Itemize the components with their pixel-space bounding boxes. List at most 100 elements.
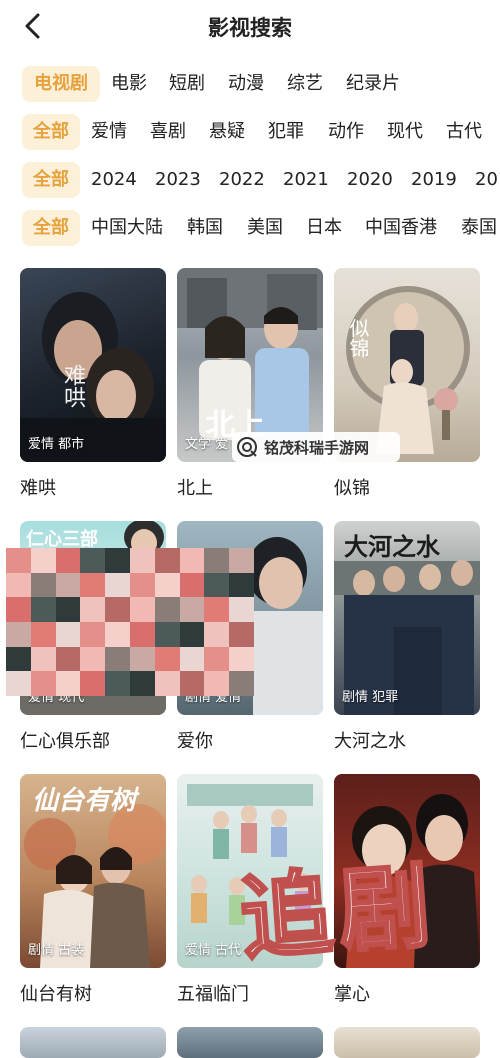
filter-row-region: 全部 中国大陆 韩国 美国 日本 中国香港 泰国	[0, 210, 500, 250]
poster-tags: 文学 爱	[185, 437, 229, 452]
mosaic-block	[204, 621, 230, 647]
mosaic-block	[6, 548, 31, 573]
filter-region-korea[interactable]: 韩国	[187, 210, 223, 246]
drama-title: 难哄	[20, 478, 56, 499]
poster-image	[334, 1027, 480, 1058]
filter-year-2021[interactable]: 2021	[283, 162, 329, 198]
mosaic-block	[129, 671, 155, 696]
mosaic-block	[30, 621, 56, 647]
drama-title: 五福临门	[177, 984, 249, 1005]
drama-card-partial[interactable]	[334, 1027, 480, 1058]
drama-title: 仁心俱乐部	[20, 731, 110, 752]
filter-year-2020[interactable]: 2020	[347, 162, 393, 198]
drama-title: 掌心	[334, 984, 370, 1005]
filter-type-short[interactable]: 短剧	[169, 66, 205, 102]
mosaic-block	[129, 548, 155, 573]
mosaic-block	[229, 572, 254, 598]
mosaic-block	[179, 548, 205, 573]
page-title: 影视搜索	[208, 16, 292, 40]
mosaic-block	[6, 621, 31, 647]
mosaic-block	[55, 671, 81, 696]
mosaic-block	[229, 548, 254, 573]
mosaic-block	[105, 646, 130, 672]
watermark-logo-icon	[237, 437, 257, 457]
drama-title: 爱你	[177, 731, 213, 752]
mosaic-block	[105, 597, 130, 622]
filter-region-all[interactable]: 全部	[22, 210, 80, 246]
filter-genre-ancient[interactable]: 古代	[446, 114, 482, 150]
poster-title-art: 大河之水	[344, 532, 440, 561]
mosaic-block	[6, 597, 31, 622]
filter-year-2018[interactable]: 2018	[475, 162, 500, 198]
filter-year-all[interactable]: 全部	[22, 162, 80, 198]
poster-tags: 剧情 古装	[28, 943, 85, 958]
poster-title-art: 仙台有树	[32, 786, 137, 816]
mosaic-block	[105, 671, 130, 696]
filter-genre-crime[interactable]: 犯罪	[268, 114, 304, 150]
filter-region-usa[interactable]: 美国	[247, 210, 283, 246]
poster-image	[177, 1027, 323, 1058]
mosaic-block	[80, 646, 106, 672]
mosaic-block	[105, 621, 130, 647]
mosaic-block	[154, 548, 180, 573]
drama-title: 似锦	[334, 478, 370, 499]
mosaic-block	[80, 621, 106, 647]
mosaic-block	[55, 646, 81, 672]
mosaic-block	[30, 572, 56, 598]
filter-year-2022[interactable]: 2022	[219, 162, 265, 198]
mosaic-block	[154, 621, 180, 647]
mosaic-block	[204, 548, 230, 573]
poster-image	[20, 1027, 166, 1058]
filter-year-2023[interactable]: 2023	[155, 162, 201, 198]
mosaic-block	[6, 671, 31, 696]
filter-region-mainland[interactable]: 中国大陆	[91, 210, 163, 246]
filter-region-hongkong[interactable]: 中国香港	[365, 210, 437, 246]
filter-row-genre: 全部 爱情 喜剧 悬疑 犯罪 动作 现代 古代	[0, 114, 500, 154]
overlay-calligraphy: 追剧	[235, 850, 441, 974]
mosaic-block	[154, 572, 180, 598]
poster-tags: 剧情 犯罪	[342, 690, 399, 705]
filter-genre-mystery[interactable]: 悬疑	[209, 114, 245, 150]
filter-genre-comedy[interactable]: 喜剧	[150, 114, 186, 150]
mosaic-block	[204, 646, 230, 672]
drama-title: 仙台有树	[20, 984, 92, 1005]
mosaic-block	[80, 597, 106, 622]
poster-title-art: 难哄	[60, 364, 85, 408]
filter-genre-action[interactable]: 动作	[328, 114, 364, 150]
filter-genre-all[interactable]: 全部	[22, 114, 80, 150]
filter-genre-romance[interactable]: 爱情	[91, 114, 127, 150]
mosaic-block	[55, 572, 81, 598]
poster-image: 仙台有树 剧情 古装	[20, 774, 166, 968]
mosaic-block	[229, 646, 254, 672]
mosaic-block	[30, 597, 56, 622]
mosaic-block	[55, 621, 81, 647]
mosaic-block	[179, 572, 205, 598]
mosaic-block	[204, 572, 230, 598]
filter-year-2024[interactable]: 2024	[91, 162, 137, 198]
filter-type-movie[interactable]: 电影	[111, 66, 147, 102]
mosaic-block	[154, 671, 180, 696]
mosaic-block	[30, 548, 56, 573]
mosaic-block	[179, 597, 205, 622]
mosaic-block	[129, 597, 155, 622]
mosaic-block	[55, 597, 81, 622]
poster-image: 大河之水 剧情 犯罪	[334, 521, 480, 715]
drama-card-partial[interactable]	[20, 1027, 166, 1058]
filter-genre-modern[interactable]: 现代	[387, 114, 423, 150]
filter-year-2019[interactable]: 2019	[411, 162, 457, 198]
watermark-text: 铭茂科瑞手游网	[264, 439, 370, 457]
drama-title: 北上	[177, 478, 213, 499]
poster-tags: 爱情 古代	[185, 943, 242, 958]
filter-row-year: 全部 2024 2023 2022 2021 2020 2019 2018	[0, 162, 500, 202]
filter-type-anime[interactable]: 动漫	[228, 66, 264, 102]
mosaic-block	[30, 646, 56, 672]
filter-region-thailand[interactable]: 泰国	[461, 210, 497, 246]
filter-type-documentary[interactable]: 纪录片	[346, 66, 400, 102]
mosaic-block	[80, 548, 106, 573]
filter-type-variety[interactable]: 综艺	[287, 66, 323, 102]
filter-region-japan[interactable]: 日本	[306, 210, 342, 246]
drama-card-partial[interactable]	[177, 1027, 323, 1058]
filter-type-tv[interactable]: 电视剧	[22, 66, 100, 102]
mosaic-block	[6, 646, 31, 672]
mosaic-overlay	[6, 548, 254, 696]
